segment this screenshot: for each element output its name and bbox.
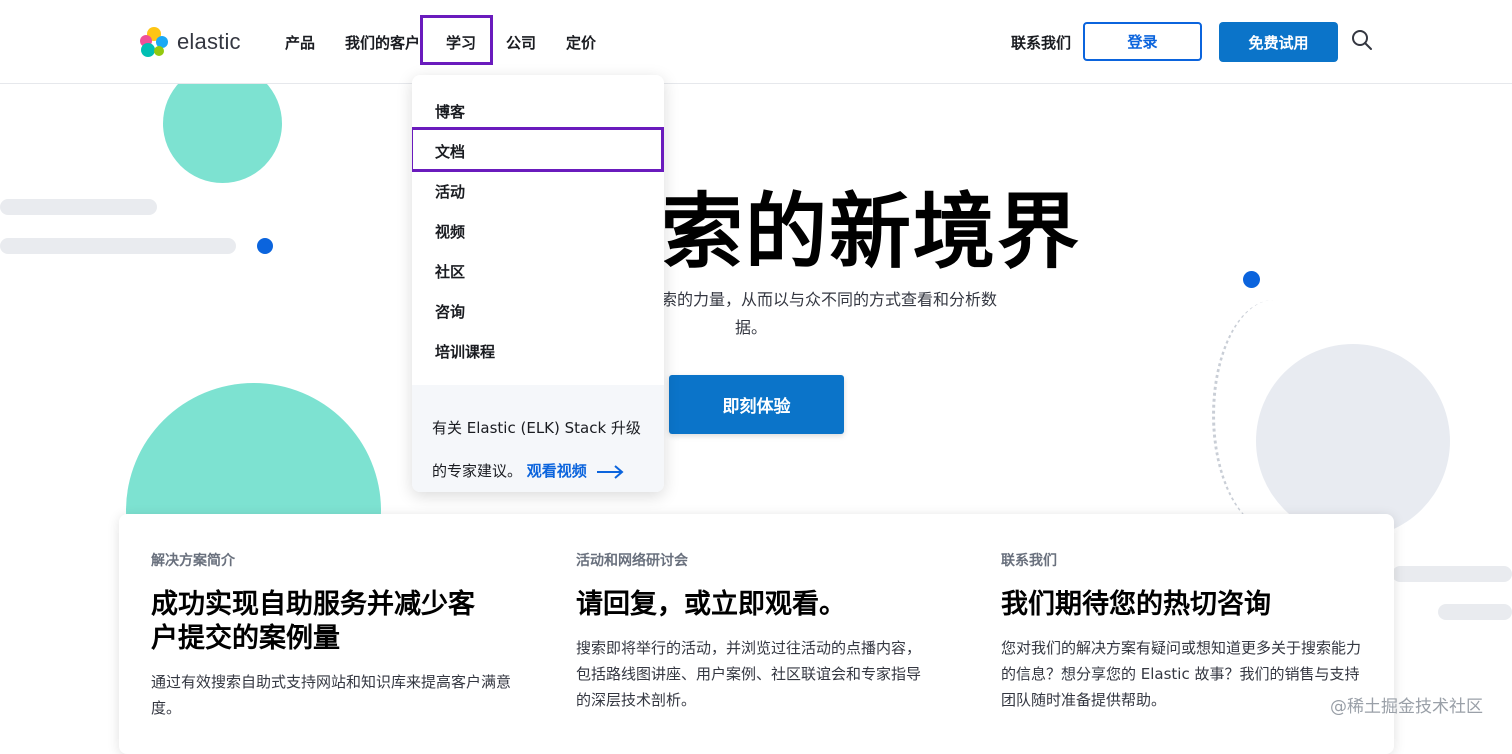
decor-gray-bar-4 bbox=[1438, 604, 1512, 620]
nav-company[interactable]: 公司 bbox=[506, 32, 536, 53]
card-eyebrow: 解决方案简介 bbox=[151, 553, 235, 569]
decor-blue-dot-right bbox=[1243, 271, 1260, 288]
search-icon[interactable] bbox=[1350, 28, 1374, 52]
card-description: 搜索即将举行的活动，并浏览过往活动的点播内容，包括路线图讲座、用户案例、社区联谊… bbox=[576, 639, 922, 709]
dropdown-item-consulting[interactable]: 咨询 bbox=[435, 301, 465, 322]
nav-customers[interactable]: 我们的客户 bbox=[345, 32, 420, 53]
nav-learn-highlight bbox=[420, 15, 493, 65]
decor-gray-circle-right bbox=[1256, 344, 1450, 538]
login-button[interactable]: 登录 bbox=[1083, 22, 1202, 61]
logo-text: elastic bbox=[177, 29, 241, 54]
decor-gray-bar-2 bbox=[0, 238, 236, 254]
learn-dropdown-menu: 博客 文档 活动 视频 社区 咨询 培训课程 有关 Elastic (ELK) … bbox=[412, 75, 664, 492]
card-description: 您对我们的解决方案有疑问或想知道更多关于搜索能力的信息？想分享您的 Elasti… bbox=[1001, 639, 1362, 709]
dropdown-docs-highlight bbox=[412, 127, 664, 172]
dropdown-item-community[interactable]: 社区 bbox=[435, 261, 465, 282]
dropdown-item-training[interactable]: 培训课程 bbox=[435, 341, 495, 362]
card-eyebrow: 联系我们 bbox=[1001, 553, 1057, 569]
card-title: 成功实现自助服务并减少客户提交的案例量 bbox=[151, 589, 475, 654]
hero-subtitle-line2: 据。 bbox=[734, 318, 767, 337]
watch-video-link[interactable]: 观看视频 bbox=[527, 462, 624, 480]
decor-gray-bar-3 bbox=[1392, 566, 1512, 582]
dropdown-item-blog[interactable]: 博客 bbox=[435, 101, 465, 122]
dropdown-footer-text: 有关 Elastic (ELK) Stack 升级的专家建议。 观看视频 bbox=[432, 407, 652, 492]
decor-gray-bar-1 bbox=[0, 199, 157, 215]
hero-subtitle: 索的力量，从而以与众不同的方式查看和分析数 据。 bbox=[661, 286, 1006, 342]
try-now-button[interactable]: 即刻体验 bbox=[669, 375, 844, 434]
elastic-logo-icon bbox=[140, 27, 168, 57]
nav-products[interactable]: 产品 bbox=[285, 32, 315, 53]
feature-cards-panel: 解决方案简介 成功实现自助服务并减少客户提交的案例量 通过有效搜索自助式支持网站… bbox=[119, 514, 1394, 754]
hero-subtitle-line1: 索的力量，从而以与众不同的方式查看和分析数 bbox=[661, 290, 998, 309]
card-description: 通过有效搜索自助式支持网站和知识库来提高客户满意度。 bbox=[151, 673, 512, 717]
arrow-right-icon bbox=[597, 464, 624, 479]
elastic-logo[interactable]: elastic bbox=[137, 22, 241, 62]
card-title: 请回复，或立即观看。 bbox=[576, 589, 846, 620]
free-trial-button[interactable]: 免费试用 bbox=[1219, 22, 1338, 62]
hero-title: 索的新境界 bbox=[661, 185, 1082, 280]
dropdown-item-events[interactable]: 活动 bbox=[435, 181, 465, 202]
card-title: 我们期待您的热切咨询 bbox=[1001, 589, 1271, 620]
watch-video-label: 观看视频 bbox=[526, 462, 587, 480]
contact-us-link[interactable]: 联系我们 bbox=[1011, 32, 1071, 53]
dropdown-footer: 有关 Elastic (ELK) Stack 升级的专家建议。 观看视频 bbox=[412, 385, 664, 492]
watermark: @稀土掘金技术社区 bbox=[1330, 697, 1483, 717]
decor-blue-dot-left bbox=[257, 238, 273, 254]
card-eyebrow: 活动和网络研讨会 bbox=[576, 553, 688, 569]
dropdown-item-videos[interactable]: 视频 bbox=[435, 221, 465, 242]
nav-pricing[interactable]: 定价 bbox=[566, 32, 596, 53]
site-header: elastic 产品 我们的客户 学习 公司 定价 联系我们 登录 免费试用 bbox=[0, 0, 1512, 84]
